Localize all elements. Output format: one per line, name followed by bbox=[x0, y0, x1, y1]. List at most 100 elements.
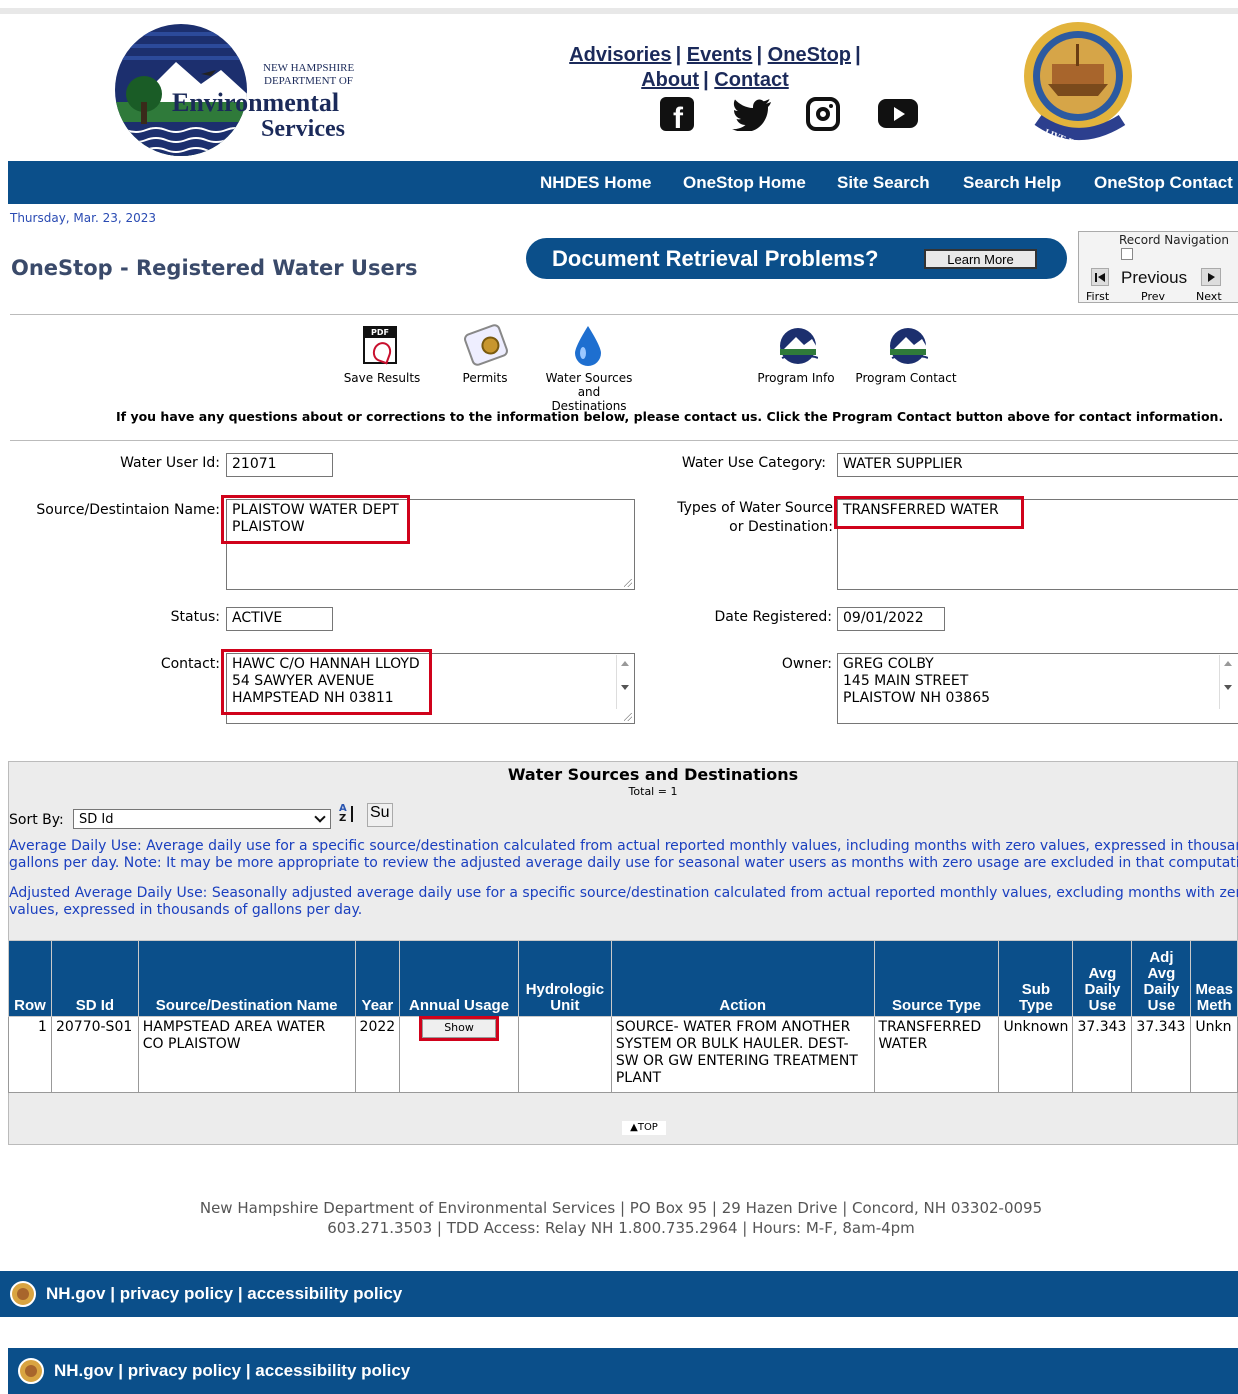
cell-annual-usage: Show bbox=[399, 1016, 519, 1093]
nav-onestop-contact[interactable]: OneStop Contact bbox=[1094, 173, 1233, 193]
nh-seal-icon bbox=[18, 1358, 44, 1384]
table-header-row: Row SD Id Source/Destination Name Year A… bbox=[8, 940, 1238, 1017]
nav-site-search[interactable]: Site Search bbox=[837, 173, 930, 193]
scrollbar[interactable] bbox=[1219, 655, 1236, 709]
col-row[interactable]: Row bbox=[8, 940, 52, 1017]
next-record-button[interactable] bbox=[1201, 268, 1221, 286]
water-use-category-field[interactable]: WATER SUPPLIER bbox=[837, 453, 1238, 477]
col-source-type[interactable]: Source Type bbox=[873, 940, 1000, 1017]
first-label: First bbox=[1086, 290, 1110, 303]
scroll-up-icon bbox=[621, 661, 629, 666]
col-avg-daily-use[interactable]: Avg Daily Use bbox=[1072, 940, 1133, 1017]
owner-textarea[interactable]: GREG COLBY 145 MAIN STREET PLAISTOW NH 0… bbox=[837, 653, 1238, 724]
col-sd-id[interactable]: SD Id bbox=[50, 940, 139, 1017]
logo-line-2: DEPARTMENT OF bbox=[264, 75, 353, 87]
resize-grip-icon[interactable] bbox=[624, 579, 632, 587]
scroll-down-icon bbox=[1224, 685, 1232, 690]
prev-record-button[interactable]: Previous bbox=[1120, 248, 1190, 288]
main-nav: NHDES Home OneStop Home Site Search Sear… bbox=[8, 161, 1238, 204]
about-link[interactable]: About bbox=[641, 69, 699, 91]
program-contact-button[interactable]: Program Contact bbox=[852, 324, 960, 394]
footer-address: New Hampshire Department of Environmenta… bbox=[199, 1199, 1043, 1217]
sort-az-icon[interactable]: AZ bbox=[339, 804, 359, 826]
link-separator: | bbox=[855, 44, 861, 66]
cell-year: 2022 bbox=[354, 1016, 401, 1093]
instagram-icon[interactable] bbox=[806, 97, 840, 131]
prev-image-alt: Previous bbox=[1121, 268, 1188, 287]
save-results-label: Save Results bbox=[343, 371, 421, 385]
divider bbox=[10, 440, 1238, 441]
nhdes-logo[interactable]: NEW HAMPSHIRE DEPARTMENT OF Environmenta… bbox=[106, 22, 376, 160]
logo-line-1: NEW HAMPSHIRE bbox=[263, 62, 355, 74]
onestop-link[interactable]: OneStop bbox=[768, 44, 851, 66]
info-notice: If you have any questions about or corre… bbox=[116, 409, 1224, 424]
program-info-label: Program Info bbox=[757, 371, 835, 385]
cell-adj-avg-daily-use: 37.343 bbox=[1131, 1016, 1192, 1093]
contact-label: Contact: bbox=[160, 656, 220, 672]
permits-button[interactable]: Permits bbox=[450, 322, 520, 394]
save-results-button[interactable]: PDF Save Results bbox=[336, 324, 428, 394]
sort-by-label: Sort By: bbox=[9, 812, 64, 828]
advisories-link[interactable]: Advisories bbox=[569, 44, 671, 66]
avg-daily-use-note: Average Daily Use: Average daily use for… bbox=[9, 838, 1238, 871]
first-record-button[interactable] bbox=[1091, 268, 1109, 286]
date-registered-label: Date Registered: bbox=[714, 609, 832, 625]
current-date: Thursday, Mar. 23, 2023 bbox=[10, 211, 157, 225]
water-user-id-field[interactable]: 21071 bbox=[226, 453, 333, 477]
col-sub-type[interactable]: Sub Type bbox=[998, 940, 1074, 1017]
water-sources-label: Water Sources and Destinations bbox=[545, 371, 633, 413]
types-label: Types of Water Source or Destination: bbox=[630, 499, 833, 537]
nav-search-help[interactable]: Search Help bbox=[963, 173, 1061, 193]
next-arrow-icon bbox=[1208, 273, 1215, 282]
show-annual-usage-button[interactable]: Show bbox=[419, 1016, 500, 1041]
record-navigation: Record Navigation Previous First Prev Ne… bbox=[1078, 231, 1238, 303]
water-user-id-label: Water User Id: bbox=[120, 455, 220, 471]
footer-links[interactable]: NH.gov | privacy policy | accessibility … bbox=[54, 1361, 410, 1381]
first-arrow-icon bbox=[1098, 273, 1105, 282]
back-to-top-link[interactable]: ▲TOP bbox=[622, 1121, 666, 1135]
permits-icon bbox=[462, 322, 510, 368]
events-link[interactable]: Events bbox=[687, 44, 753, 66]
water-sources-button[interactable]: Water Sources and Destinations bbox=[534, 324, 644, 413]
water-drop-icon bbox=[575, 326, 601, 366]
divider bbox=[10, 314, 1238, 315]
resize-grip-icon[interactable] bbox=[624, 713, 632, 721]
col-hydrologic-unit[interactable]: Hydrologic Unit bbox=[517, 940, 612, 1017]
link-separator: | bbox=[756, 44, 768, 66]
col-annual-usage[interactable]: Annual Usage bbox=[399, 940, 519, 1017]
contact-link[interactable]: Contact bbox=[714, 69, 788, 91]
sort-by-value: SD Id bbox=[79, 812, 114, 827]
scroll-down-icon bbox=[621, 685, 629, 690]
owner-line: 145 MAIN STREET bbox=[843, 673, 969, 689]
status-field[interactable]: ACTIVE bbox=[226, 607, 333, 631]
chevron-down-icon bbox=[314, 811, 326, 823]
top-strip bbox=[0, 8, 1238, 14]
program-logo-icon bbox=[780, 328, 818, 364]
scrollbar[interactable] bbox=[616, 655, 633, 709]
next-label: Next bbox=[1196, 290, 1222, 303]
program-info-button[interactable]: Program Info bbox=[752, 324, 840, 394]
link-separator: | bbox=[703, 69, 715, 91]
section-total: Total = 1 bbox=[628, 785, 678, 798]
col-year[interactable]: Year bbox=[354, 940, 401, 1017]
water-sources-table: Row SD Id Source/Destination Name Year A… bbox=[8, 940, 1238, 1093]
col-action[interactable]: Action bbox=[610, 940, 875, 1017]
date-registered-field[interactable]: 09/01/2022 bbox=[837, 607, 945, 631]
col-meas-meth[interactable]: Meas Meth bbox=[1190, 940, 1238, 1017]
youtube-icon[interactable] bbox=[878, 99, 918, 128]
banner-text: Document Retrieval Problems? bbox=[552, 246, 879, 271]
cell-row: 1 bbox=[8, 1016, 52, 1093]
sort-submit-button[interactable]: Su bbox=[367, 803, 393, 827]
col-source-name[interactable]: Source/Destination Name bbox=[137, 940, 356, 1017]
sort-by-select[interactable]: SD Id bbox=[73, 809, 331, 829]
logo-line-3: Environmental bbox=[172, 88, 340, 117]
nav-nhdes-home[interactable]: NHDES Home bbox=[540, 173, 651, 193]
nav-onestop-home[interactable]: OneStop Home bbox=[683, 173, 806, 193]
facebook-icon[interactable]: f bbox=[660, 97, 694, 135]
col-adj-avg-daily-use[interactable]: Adj Avg Daily Use bbox=[1131, 940, 1192, 1017]
twitter-icon[interactable] bbox=[731, 98, 771, 131]
footer-phone: 603.271.3503 | TDD Access: Relay NH 1.80… bbox=[327, 1219, 915, 1237]
learn-more-button[interactable]: Learn More bbox=[924, 249, 1037, 269]
footer-links[interactable]: NH.gov | privacy policy | accessibility … bbox=[46, 1284, 402, 1304]
page-title: OneStop - Registered Water Users bbox=[11, 256, 418, 280]
